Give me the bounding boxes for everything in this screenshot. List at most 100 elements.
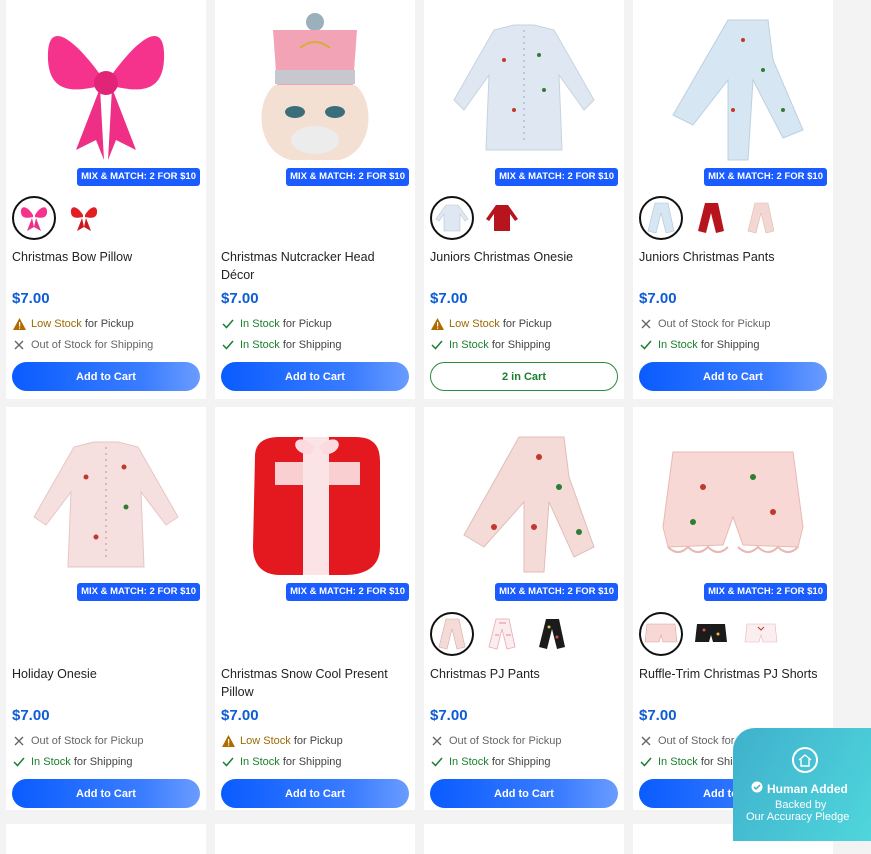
product-image[interactable] (633, 0, 833, 170)
product-image[interactable] (424, 0, 624, 170)
shipping-availability: Out of Stock for Shipping (12, 338, 153, 352)
product-card[interactable] (215, 824, 415, 854)
pickup-availability: Out of Stock for Pickup (12, 734, 144, 748)
swatch-white-shorts[interactable] (739, 612, 783, 656)
x-icon (639, 317, 653, 331)
add-to-cart-button[interactable]: Add to Cart (221, 362, 409, 391)
swatch-striped-pj-pants[interactable] (480, 612, 524, 656)
check-badge-icon (751, 781, 763, 796)
swatch-red-bow[interactable] (62, 196, 106, 240)
product-title[interactable]: Juniors Christmas Pants (639, 248, 819, 266)
swatch-pink-shorts[interactable] (639, 612, 683, 656)
product-title[interactable]: Holiday Onesie (12, 665, 192, 683)
check-icon (639, 338, 653, 352)
product-image[interactable] (215, 0, 415, 170)
product-price: $7.00 (430, 290, 468, 307)
product-card[interactable]: MIX & MATCH: 2 FOR $10 Juniors Christmas… (424, 0, 624, 399)
color-swatches (430, 612, 574, 660)
pickup-availability: In Stock for Pickup (221, 317, 332, 331)
add-to-cart-button[interactable]: Add to Cart (639, 362, 827, 391)
check-icon (639, 755, 653, 769)
product-image[interactable] (424, 407, 624, 577)
product-card[interactable] (6, 824, 206, 854)
product-card[interactable]: MIX & MATCH: 2 FOR $10 Christmas Bow Pil… (6, 0, 206, 399)
color-swatches (639, 612, 783, 660)
product-price: $7.00 (221, 707, 259, 724)
swatch-blue-pants[interactable] (639, 196, 683, 240)
accuracy-pledge-widget[interactable]: Human Added Backed by Our Accuracy Pledg… (733, 728, 871, 841)
product-title[interactable]: Juniors Christmas Onesie (430, 248, 610, 266)
warning-icon (430, 317, 444, 331)
pledge-title: Human Added (751, 781, 848, 796)
x-icon (12, 734, 26, 748)
product-price: $7.00 (221, 290, 259, 307)
pickup-availability: Low Stock for Pickup (430, 317, 552, 331)
product-price: $7.00 (639, 290, 677, 307)
swatch-pink-bow[interactable] (12, 196, 56, 240)
promo-badge: MIX & MATCH: 2 FOR $10 (495, 168, 618, 186)
product-card[interactable]: MIX & MATCH: 2 FOR $10 Christmas Nutcrac… (215, 0, 415, 399)
shipping-availability: In Stock for Shipping (430, 755, 551, 769)
check-icon (221, 317, 235, 331)
promo-badge: MIX & MATCH: 2 FOR $10 (704, 168, 827, 186)
color-swatches (12, 196, 106, 244)
swatch-blue-onesie[interactable] (430, 196, 474, 240)
add-to-cart-button[interactable]: Add to Cart (12, 779, 200, 808)
color-swatches (430, 196, 524, 244)
promo-badge: MIX & MATCH: 2 FOR $10 (77, 168, 200, 186)
swatch-red-onesie[interactable] (480, 196, 524, 240)
home-icon (792, 747, 818, 773)
x-icon (12, 338, 26, 352)
swatch-black-shorts[interactable] (689, 612, 733, 656)
shipping-availability: In Stock for Shipping (639, 338, 760, 352)
pledge-line2: Our Accuracy Pledge (746, 811, 850, 823)
product-card[interactable]: MIX & MATCH: 2 FOR $10 Juniors Christmas… (633, 0, 833, 399)
product-image[interactable] (215, 407, 415, 577)
shipping-availability: In Stock for Shipping (221, 755, 342, 769)
color-swatches (639, 196, 783, 244)
check-icon (430, 755, 444, 769)
shipping-availability: In Stock for Shipping (12, 755, 133, 769)
promo-badge: MIX & MATCH: 2 FOR $10 (77, 583, 200, 601)
product-title[interactable]: Ruffle-Trim Christmas PJ Shorts (639, 665, 819, 683)
product-title[interactable]: Christmas Nutcracker Head Décor (221, 248, 401, 284)
promo-badge: MIX & MATCH: 2 FOR $10 (286, 583, 409, 601)
add-to-cart-button[interactable]: Add to Cart (430, 779, 618, 808)
product-title[interactable]: Christmas Snow Cool Present Pillow (221, 665, 401, 701)
pickup-availability: Out of Stock for Pickup (430, 734, 562, 748)
check-icon (430, 338, 444, 352)
pickup-availability: Low Stock for Pickup (221, 734, 343, 748)
product-title[interactable]: Christmas PJ Pants (430, 665, 610, 683)
product-price: $7.00 (12, 707, 50, 724)
shipping-availability: In Stock for Shipping (430, 338, 551, 352)
promo-badge: MIX & MATCH: 2 FOR $10 (704, 583, 827, 601)
swatch-pink-pj-pants[interactable] (430, 612, 474, 656)
swatch-red-pants[interactable] (689, 196, 733, 240)
product-image[interactable] (6, 0, 206, 170)
product-card[interactable]: MIX & MATCH: 2 FOR $10 Christmas PJ Pant… (424, 407, 624, 810)
promo-badge: MIX & MATCH: 2 FOR $10 (495, 583, 618, 601)
add-to-cart-button[interactable]: Add to Cart (12, 362, 200, 391)
pickup-availability: Out of Stock for Pickup (639, 317, 771, 331)
pledge-line1: Backed by (775, 799, 827, 811)
shipping-availability: In Stock for Shipping (221, 338, 342, 352)
in-cart-button[interactable]: 2 in Cart (430, 362, 618, 391)
product-image[interactable] (633, 407, 833, 577)
promo-badge: MIX & MATCH: 2 FOR $10 (286, 168, 409, 186)
add-to-cart-button[interactable]: Add to Cart (221, 779, 409, 808)
pickup-availability: Low Stock for Pickup (12, 317, 134, 331)
product-card[interactable] (424, 824, 624, 854)
x-icon (639, 734, 653, 748)
product-title[interactable]: Christmas Bow Pillow (12, 248, 192, 266)
swatch-pink-pants[interactable] (739, 196, 783, 240)
check-icon (12, 755, 26, 769)
product-price: $7.00 (12, 290, 50, 307)
swatch-black-pj-pants[interactable] (530, 612, 574, 656)
product-card[interactable]: MIX & MATCH: 2 FOR $10 Christmas Snow Co… (215, 407, 415, 810)
product-price: $7.00 (639, 707, 677, 724)
check-icon (221, 338, 235, 352)
warning-icon (221, 734, 235, 748)
check-icon (221, 755, 235, 769)
product-image[interactable] (6, 407, 206, 577)
product-card[interactable]: MIX & MATCH: 2 FOR $10 Holiday Onesie $7… (6, 407, 206, 810)
